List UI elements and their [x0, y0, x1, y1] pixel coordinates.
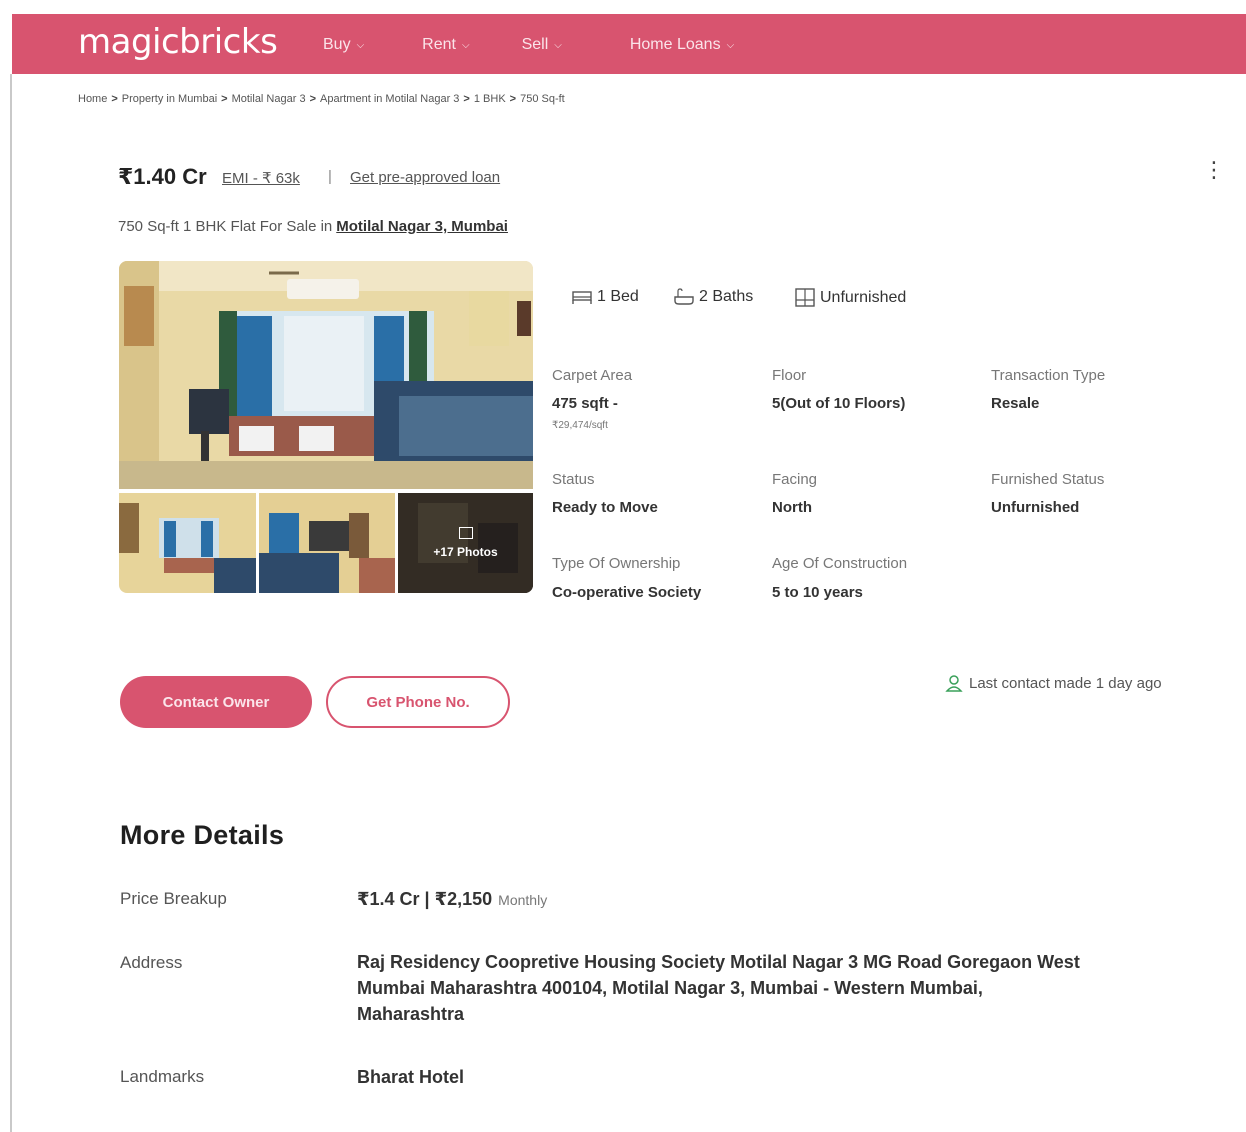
page-edge-rule [10, 74, 12, 1132]
nav-rent[interactable]: Rent ⌵ [422, 36, 469, 54]
carpet-area-label: Carpet Area [552, 367, 633, 384]
location-link[interactable]: Motilal Nagar 3, Mumbai [336, 218, 508, 235]
chevron-down-icon: ⌵ [726, 39, 735, 51]
thumbnail-photo [119, 493, 256, 593]
transaction-type-value: Resale [991, 395, 1040, 412]
breadcrumb-separator: > [509, 93, 517, 105]
listing-price: ₹1.40 Cr [118, 164, 207, 189]
nav-sell[interactable]: Sell ⌵ [522, 36, 562, 54]
breadcrumb-item[interactable]: Motilal Nagar 3 [232, 93, 306, 105]
bathtub-icon [674, 288, 694, 305]
nav-buy-label: Buy [323, 36, 351, 53]
status-label: Status [552, 471, 595, 488]
thumbnail-photo [259, 493, 395, 593]
magicbricks-logo[interactable]: magicbricks [78, 22, 278, 62]
floor-label: Floor [772, 367, 807, 384]
breadcrumb-separator: > [111, 93, 118, 105]
chevron-down-icon: ⌵ [356, 39, 365, 51]
carpet-area-rate: ₹29,474/sqft [552, 420, 608, 431]
facing-value: North [772, 499, 812, 516]
nav-sell-label: Sell [521, 36, 549, 53]
status-value: Ready to Move [552, 499, 658, 516]
breadcrumb-item[interactable]: Home [78, 93, 107, 105]
breadcrumb-item[interactable]: Apartment in Motilal Nagar 3 [320, 93, 459, 105]
living-room-photo [119, 261, 533, 489]
furnishing: Unfurnished [794, 288, 906, 308]
main-property-photo[interactable] [119, 261, 533, 489]
top-navigation-bar: magicbricks Buy ⌵ Rent ⌵ Sell ⌵ Home Loans ⌵ [12, 14, 1246, 74]
nav-buy[interactable]: Buy ⌵ [323, 36, 364, 54]
price-breakup-amount: ₹1.4 Cr | ₹2,150 [357, 889, 493, 909]
photos-count: +17 Photos [433, 545, 498, 559]
breadcrumb-separator: > [309, 93, 317, 105]
construction-age-value: 5 to 10 years [772, 584, 863, 601]
landmarks-label: Landmarks [120, 1067, 205, 1086]
user-icon [945, 675, 963, 692]
ownership-value: Co-operative Society [552, 584, 702, 601]
more-photos-thumbnail[interactable]: +17 Photos [398, 493, 533, 593]
get-phone-button[interactable]: Get Phone No. [326, 676, 510, 728]
breadcrumb: Home > Property in Mumbai > Motilal Naga… [78, 93, 565, 105]
landmarks-value: Bharat Hotel [357, 1067, 465, 1087]
emi-link[interactable]: EMI - ₹ 63k [222, 169, 300, 187]
furnished-status-value: Unfurnished [991, 499, 1080, 516]
breadcrumb-separator: > [463, 93, 470, 105]
pre-approved-loan-link[interactable]: Get pre-approved loan [350, 169, 500, 186]
nav-rent-label: Rent [422, 36, 456, 53]
furnishing-label: Unfurnished [820, 289, 907, 306]
furnished-status-label: Furnished Status [991, 471, 1105, 488]
divider: | [328, 168, 332, 185]
nav-home-loans[interactable]: Home Loans ⌵ [630, 36, 734, 54]
more-details-heading: More Details [120, 820, 285, 850]
last-contact-text: Last contact made 1 day ago [969, 674, 1162, 692]
breadcrumb-separator: > [221, 93, 228, 105]
listing-subtitle: 750 Sq-ft 1 BHK Flat For Sale in Motilal … [118, 218, 508, 235]
gallery-icon [458, 527, 473, 539]
facing-label: Facing [772, 471, 818, 488]
bath-count-label: 2 Baths [699, 288, 754, 305]
last-contact-info: Last contact made 1 day ago [945, 674, 1162, 692]
photos-overlay: +17 Photos [398, 493, 533, 593]
bed-icon [572, 291, 592, 304]
contact-owner-button[interactable]: Contact Owner [120, 676, 312, 728]
photo-thumbnail[interactable] [119, 493, 256, 593]
transaction-type-label: Transaction Type [991, 367, 1106, 384]
main-nav: Buy ⌵ Rent ⌵ Sell ⌵ Home Loans ⌵ [323, 36, 734, 54]
price-breakup-suffix: Monthly [498, 892, 548, 908]
bed-count-label: 1 Bed [597, 288, 639, 305]
nav-home-loans-label: Home Loans [629, 36, 721, 53]
chevron-down-icon: ⌵ [554, 39, 562, 51]
floor-value: 5(Out of 10 Floors) [772, 395, 906, 412]
construction-age-label: Age Of Construction [772, 555, 908, 572]
address-label: Address [120, 953, 183, 972]
address-value: Raj Residency Coopretive Housing Society… [357, 949, 1080, 1027]
address-line: Raj Residency Coopretive Housing Society… [357, 952, 1080, 972]
photo-thumbnail[interactable] [259, 493, 395, 593]
address-line: Mumbai Maharashtra 400104, Motilal Nagar… [357, 978, 983, 998]
ownership-label: Type Of Ownership [552, 555, 681, 572]
wardrobe-icon [795, 288, 815, 307]
more-options-icon[interactable]: ⋮ [1203, 159, 1225, 181]
price-breakup-label: Price Breakup [120, 889, 227, 908]
price-breakup-value: ₹1.4 Cr | ₹2,150 Monthly [357, 886, 547, 913]
breadcrumb-item: 750 Sq-ft [520, 93, 565, 105]
breadcrumb-item[interactable]: Property in Mumbai [122, 93, 217, 105]
carpet-area-value: 475 sqft - [552, 395, 618, 412]
bath-count: 2 Baths [673, 288, 753, 306]
bed-count: 1 Bed [571, 288, 639, 306]
listing-title-text: 750 Sq-ft 1 BHK Flat For Sale in [118, 218, 333, 235]
address-line: Maharashtra [357, 1004, 465, 1024]
chevron-down-icon: ⌵ [461, 39, 470, 51]
breadcrumb-item[interactable]: 1 BHK [474, 93, 506, 105]
